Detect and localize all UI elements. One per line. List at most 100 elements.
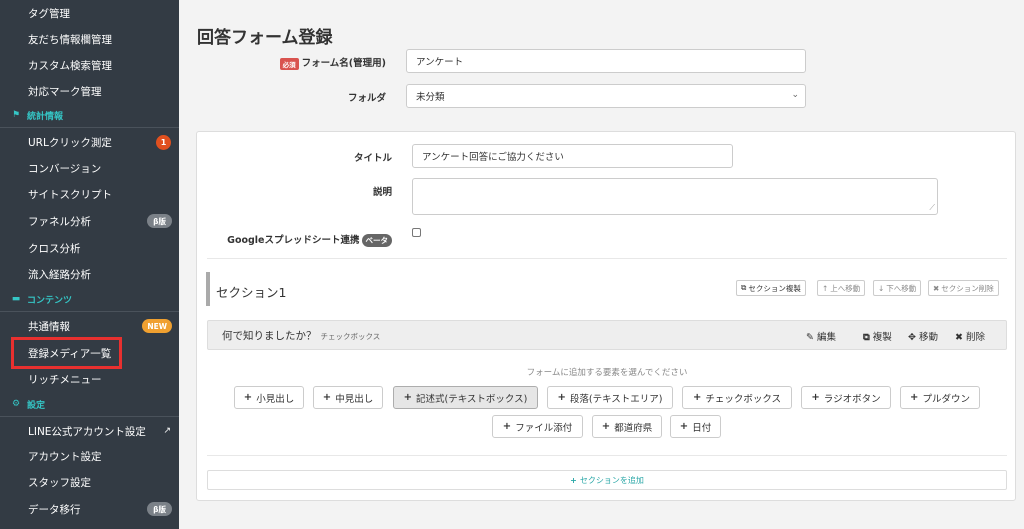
google-sheet-label-text: Googleスプレッドシート連携 — [227, 235, 360, 246]
beta-badge: β版 — [147, 214, 172, 228]
resize-handle-icon[interactable]: ⟋ — [929, 203, 935, 213]
add-date-button[interactable]: + 日付 — [670, 415, 721, 438]
sidebar: タグ管理 友だち情報欄管理 カスタム検索管理 対応マーク管理 ⚑ 統計情報 UR… — [0, 0, 179, 529]
sidebar-item-account[interactable]: アカウント設定 — [0, 443, 179, 469]
sidebar-item-label: カスタム検索管理 — [28, 59, 112, 72]
button-label: 複製 — [872, 332, 892, 343]
new-badge: NEW — [142, 319, 172, 333]
divider — [207, 258, 1007, 259]
plus-icon: + — [502, 421, 512, 432]
button-label: セクション削除 — [941, 283, 994, 293]
plus-icon: + — [322, 392, 332, 403]
sidebar-divider — [0, 311, 179, 312]
sidebar-item-common-info[interactable]: 共通情報 NEW — [0, 313, 179, 339]
sidebar-item-tags[interactable]: タグ管理 — [0, 0, 179, 26]
sidebar-item-line-settings[interactable]: LINE公式アカウント設定 ↗ — [0, 418, 179, 444]
question-delete-button[interactable]: ✖ 削除 — [955, 329, 985, 343]
add-radio-button[interactable]: + ラジオボタン — [801, 386, 891, 409]
folder-icon: ▬ — [11, 294, 21, 304]
sidebar-item-site-script[interactable]: サイトスクリプト — [0, 181, 179, 207]
sidebar-item-label: コンバージョン — [28, 162, 102, 175]
form-name-value: アンケート — [416, 57, 464, 68]
google-sheet-checkbox[interactable] — [412, 228, 421, 237]
arrow-up-icon: ↑ — [822, 283, 829, 293]
button-label: 段落(テキストエリア) — [569, 393, 663, 405]
plus-icon: + — [811, 392, 820, 403]
section-accent-bar — [206, 272, 210, 306]
sidebar-item-rich-menu[interactable]: リッチメニュー — [0, 366, 179, 392]
plus-icon: + — [692, 392, 702, 403]
question-move-button[interactable]: ✥ 移動 — [908, 329, 938, 343]
sidebar-item-funnel[interactable]: ファネル分析 β版 — [0, 208, 179, 234]
sidebar-item-label: 流入経路分析 — [28, 268, 91, 281]
folder-label: フォルダ — [347, 93, 386, 104]
plus-icon: + — [403, 392, 413, 403]
sidebar-section-stats: ⚑ 統計情報 — [0, 104, 179, 126]
close-icon: ✖ — [933, 283, 940, 293]
arrow-down-icon: ↓ — [878, 283, 885, 293]
add-checkbox-button[interactable]: + チェックボックス — [682, 386, 792, 409]
sidebar-item-label: ファネル分析 — [28, 215, 91, 228]
add-textbox-button[interactable]: + 記述式(テキストボックス) — [393, 386, 538, 409]
section-delete-button[interactable]: ✖ セクション削除 — [928, 280, 999, 296]
sidebar-item-conversion[interactable]: コンバージョン — [0, 155, 179, 181]
plus-icon: + — [243, 392, 253, 403]
sidebar-item-marks[interactable]: 対応マーク管理 — [0, 78, 179, 104]
sidebar-item-label: URLクリック測定 — [28, 136, 112, 149]
add-prefecture-button[interactable]: + 都道府県 — [592, 415, 662, 438]
button-label: 日付 — [692, 422, 712, 434]
sidebar-section-label: 統計情報 — [27, 111, 64, 122]
button-label: セクション複製 — [748, 283, 801, 293]
add-file-button[interactable]: + ファイル添付 — [492, 415, 583, 438]
sidebar-item-friend-info[interactable]: 友だち情報欄管理 — [0, 26, 179, 52]
sidebar-item-label: リッチメニュー — [28, 373, 102, 386]
add-section-button[interactable]: + セクションを追加 — [207, 470, 1007, 490]
sidebar-item-label: データ移行 — [28, 503, 81, 516]
sidebar-item-data-migration[interactable]: データ移行 β版 — [0, 496, 179, 522]
move-icon: ✥ — [908, 332, 916, 343]
sidebar-section-label: コンテンツ — [27, 295, 73, 306]
add-element-hint: フォームに追加する要素を選んでください — [526, 368, 688, 378]
external-link-icon: ↗ — [163, 426, 171, 436]
question-edit-button[interactable]: ✎ 編集 — [806, 329, 836, 343]
google-sheet-label: Googleスプレッドシート連携 ベータ — [200, 232, 392, 247]
close-icon: ✖ — [955, 332, 963, 343]
sidebar-item-label: LINE公式アカウント設定 — [28, 425, 146, 438]
add-medium-heading-button[interactable]: + 中見出し — [313, 386, 383, 409]
section-copy-button[interactable]: ⧉ セクション複製 — [736, 280, 806, 296]
add-small-heading-button[interactable]: + 小見出し — [234, 386, 304, 409]
section-move-down-button[interactable]: ↓ 下へ移動 — [873, 280, 922, 296]
description-textarea[interactable]: ⟋ — [412, 178, 938, 215]
sidebar-item-url-click[interactable]: URLクリック測定 1 — [0, 129, 179, 155]
question-text: 何で知りましたか？ チェックボックス — [222, 328, 380, 343]
sidebar-item-label: 友だち情報欄管理 — [28, 33, 112, 46]
sidebar-item-inflow[interactable]: 流入経路分析 — [0, 261, 179, 287]
form-name-label: 必須 フォーム名(管理用) — [270, 55, 386, 70]
sidebar-item-custom-search[interactable]: カスタム検索管理 — [0, 52, 179, 78]
description-label: 説明 — [372, 187, 392, 198]
question-copy-button[interactable]: ⧉ 複製 — [863, 329, 892, 343]
button-label: セクションを追加 — [579, 475, 644, 485]
plus-icon: + — [570, 475, 577, 485]
page-title: 回答フォーム登録 — [197, 28, 333, 48]
sidebar-item-staff[interactable]: スタッフ設定 — [0, 469, 179, 495]
notification-badge: 1 — [156, 134, 171, 150]
add-dropdown-button[interactable]: + プルダウン — [900, 386, 980, 409]
sidebar-item-cross[interactable]: クロス分析 — [0, 235, 179, 261]
sidebar-item-label: スタッフ設定 — [28, 476, 91, 489]
sidebar-item-label: サイトスクリプト — [28, 188, 112, 201]
add-textarea-button[interactable]: + 段落(テキストエリア) — [547, 386, 673, 409]
copy-icon: ⧉ — [741, 283, 747, 292]
button-label: 小見出し — [256, 393, 295, 405]
title-input[interactable]: アンケート回答にご協力ください — [412, 144, 733, 168]
button-label: 記述式(テキストボックス) — [416, 393, 528, 405]
question-row: 何で知りましたか？ チェックボックス ✎ 編集 ⧉ 複製 ✥ 移動 ✖ 削除 — [207, 320, 1007, 350]
folder-value: 未分類 — [416, 92, 445, 103]
button-label: 上へ移動 — [830, 283, 861, 293]
question-label: 何で知りましたか？ — [222, 330, 317, 342]
folder-select[interactable]: 未分類 ⌄ — [406, 84, 806, 108]
section-move-up-button[interactable]: ↑ 上へ移動 — [817, 280, 866, 296]
plus-icon: + — [557, 392, 566, 403]
section-title: セクション1 — [216, 285, 287, 300]
form-name-input[interactable]: アンケート — [406, 49, 806, 73]
